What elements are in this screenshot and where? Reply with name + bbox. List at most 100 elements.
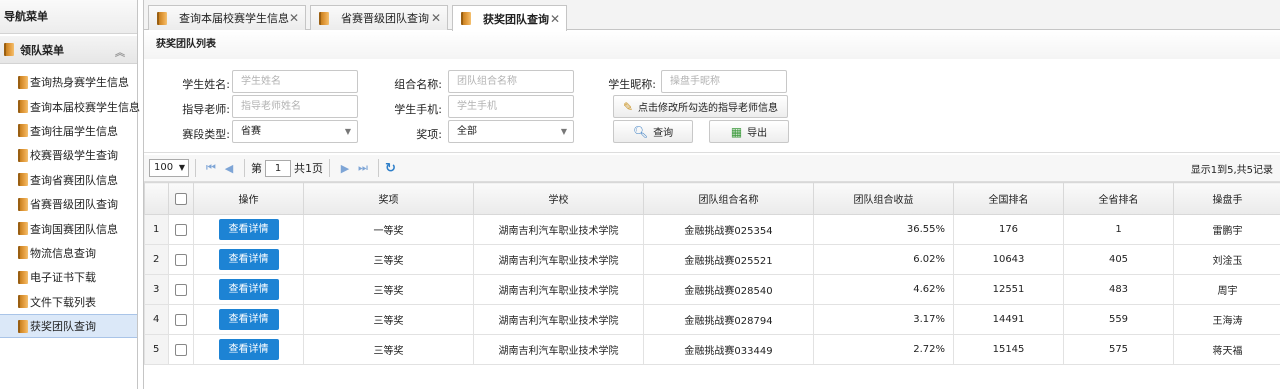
row-select-cell — [168, 244, 194, 275]
next-page-icon[interactable]: ▶ — [336, 162, 354, 175]
export-button[interactable]: ▦ 导出 — [709, 120, 789, 143]
sidebar-item[interactable]: 查询本届校赛学生信息 — [0, 94, 140, 118]
nickname-input[interactable]: 操盘手昵称 — [661, 70, 787, 93]
action-cell: 查看详情 — [193, 334, 304, 365]
modify-teacher-button[interactable]: ✎ 点击修改所勾选的指导老师信息 — [613, 95, 788, 118]
rownum-header — [144, 182, 169, 215]
nav-list: 查询热身赛学生信息 查询本届校赛学生信息查询往届学生信息校赛晋级学生查询 查询省赛团… — [0, 64, 140, 339]
tab-label: 查询本届校赛学生信息 — [179, 12, 289, 25]
school-cell: 湖南吉利汽车职业技术学院 — [473, 244, 644, 275]
sidebar-item[interactable]: 省赛晋级团队查询 — [0, 192, 137, 216]
table-row[interactable]: 3 查看详情 三等奖 湖南吉利汽车职业技术学院 金融挑战赛028540 4.62% 1255… — [144, 274, 1280, 305]
award-select[interactable]: 全部 ▼ — [448, 120, 574, 143]
sidebar-item[interactable]: 获奖团队查询 — [0, 313, 137, 339]
team-cell: 金融挑战赛033449 — [643, 334, 814, 365]
trader-cell: 刘淦玉 — [1173, 244, 1280, 275]
tab-label: 获奖团队查询 — [483, 12, 549, 26]
tab-school-students[interactable]: 查询本届校赛学生信息 ✕ — [148, 5, 306, 30]
row-number: 2 — [144, 244, 169, 275]
book-icon — [18, 222, 28, 236]
student-name-input[interactable]: 学生姓名 — [232, 70, 358, 93]
tab-provincial-teams[interactable]: 省赛晋级团队查询 ✕ — [310, 5, 448, 30]
award-label: 奖项: — [416, 128, 442, 141]
sidebar-item[interactable]: 查询热身赛学生信息 — [0, 70, 137, 94]
col-header-profit: 团队组合收益 — [813, 182, 954, 215]
close-icon[interactable]: ✕ — [289, 11, 299, 25]
sidebar-item[interactable]: 查询往届学生信息 — [0, 119, 137, 143]
close-icon[interactable]: ✕ — [431, 11, 441, 25]
search-button[interactable]: 🔍︎ 查询 — [613, 120, 693, 143]
view-details-button[interactable]: 查看详情 — [218, 309, 279, 330]
col-header-action: 操作 — [193, 182, 304, 215]
table-row[interactable]: 5 查看详情 三等奖 湖南吉利汽车职业技术学院 金融挑战赛033449 2.72% 1514… — [144, 334, 1280, 365]
divider — [195, 159, 196, 177]
sidebar-item[interactable]: 物流信息查询 — [0, 241, 137, 265]
table-row[interactable]: 1 查看详情 一等奖 湖南吉利汽车职业技术学院 金融挑战赛025354 36.55% 176… — [144, 214, 1280, 245]
book-icon — [18, 197, 28, 211]
view-details-button[interactable]: 查看详情 — [218, 219, 279, 240]
tab-label: 省赛晋级团队查询 — [341, 12, 429, 25]
pencil-icon: ✎ — [622, 99, 634, 114]
refresh-icon[interactable]: ↻ — [385, 161, 396, 176]
row-checkbox[interactable] — [175, 283, 187, 296]
col-header-award: 奖项 — [303, 182, 474, 215]
view-details-button[interactable]: 查看详情 — [218, 339, 279, 360]
national-rank-cell: 12551 — [953, 274, 1064, 305]
province-rank-cell: 559 — [1063, 304, 1174, 335]
profit-cell: 36.55% — [813, 214, 954, 245]
row-checkbox[interactable] — [175, 313, 187, 326]
row-select-cell — [168, 334, 194, 365]
table-row[interactable]: 4 查看详情 三等奖 湖南吉利汽车职业技术学院 金融挑战赛028794 3.17% 1449… — [144, 304, 1280, 335]
sidebar-item[interactable]: 查询省赛团队信息 — [0, 168, 137, 192]
book-icon — [18, 148, 28, 162]
sidebar-item-label: 查询往届学生信息 — [30, 124, 118, 138]
profit-cell: 4.62% — [813, 274, 954, 305]
select-all-checkbox[interactable] — [175, 192, 187, 205]
divider — [244, 159, 245, 177]
prev-page-icon[interactable]: ◀ — [220, 162, 238, 175]
close-icon[interactable]: ✕ — [550, 12, 560, 26]
sidebar-item[interactable]: 查询国赛团队信息 — [0, 216, 137, 240]
team-name-input[interactable]: 团队组合名称 — [448, 70, 574, 93]
stage-select[interactable]: 省赛 ▼ — [232, 120, 358, 143]
view-details-button[interactable]: 查看详情 — [218, 249, 279, 270]
row-checkbox[interactable] — [175, 343, 187, 356]
sidebar-item-label: 查询国赛团队信息 — [30, 222, 118, 236]
col-header-province-rank: 全省排名 — [1063, 182, 1174, 215]
teacher-input[interactable]: 指导老师姓名 — [232, 95, 358, 118]
page-size-select[interactable]: 100 ▼ — [149, 159, 189, 177]
sidebar-item[interactable]: 文件下载列表 — [0, 290, 137, 314]
book-icon — [18, 173, 28, 187]
select-all-header — [168, 182, 194, 215]
table-body: 1 查看详情 一等奖 湖南吉利汽车职业技术学院 金融挑战赛025354 36.55% 176… — [144, 214, 1280, 365]
profit-cell: 2.72% — [813, 334, 954, 365]
sidebar-item[interactable]: 电子证书下载 — [0, 265, 137, 289]
phone-input[interactable]: 学生手机 — [448, 95, 574, 118]
row-checkbox[interactable] — [175, 253, 187, 266]
table-row[interactable]: 2 查看详情 三等奖 湖南吉利汽车职业技术学院 金融挑战赛025521 6.02% 1064… — [144, 244, 1280, 275]
province-rank-cell: 1 — [1063, 214, 1174, 245]
tab-award-teams[interactable]: 获奖团队查询 ✕ — [452, 5, 567, 31]
sidebar-item-label: 文件下载列表 — [30, 295, 96, 309]
nav-group-header[interactable]: 领队菜单 ︽ — [0, 36, 137, 64]
table-header-row: 操作 奖项 学校 团队组合名称 团队组合收益 全国排名 全省排名 操盘手 — [144, 182, 1280, 215]
sidebar-item[interactable]: 校赛晋级学生查询 — [0, 143, 137, 167]
sidebar-item-label: 电子证书下载 — [30, 271, 96, 285]
page-number-input[interactable]: 1 — [265, 159, 291, 177]
national-rank-cell: 15145 — [953, 334, 1064, 365]
sidebar-item-label: 省赛晋级团队查询 — [30, 198, 118, 212]
pagination-info: 显示1到5,共5记录 — [1190, 164, 1273, 176]
view-details-button[interactable]: 查看详情 — [218, 279, 279, 300]
first-page-icon[interactable]: ⏮ — [202, 161, 220, 175]
row-checkbox[interactable] — [175, 223, 187, 236]
profit-cell: 6.02% — [813, 244, 954, 275]
collapse-icon[interactable]: ︽ — [115, 44, 125, 59]
search-form: 学生姓名: 学生姓名 组合名称: 团队组合名称 学生昵称: 操盘手昵称 指导老师… — [144, 59, 1280, 153]
export-icon: ▦ — [730, 124, 743, 139]
award-select-value: 全部 — [457, 126, 477, 137]
col-header-national-rank: 全国排名 — [953, 182, 1064, 215]
divider — [378, 159, 379, 177]
row-number: 5 — [144, 334, 169, 365]
last-page-icon[interactable]: ⏭ — [354, 161, 372, 175]
row-number: 4 — [144, 304, 169, 335]
